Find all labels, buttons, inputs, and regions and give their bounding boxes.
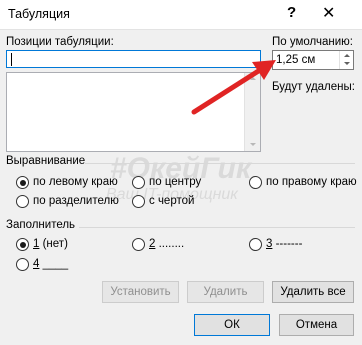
leader-dashes-option[interactable]: 3 ------- [249, 238, 349, 252]
leader-dashes-label: 3 ------- [266, 238, 303, 250]
align-right-label: по правому краю [266, 176, 357, 188]
alignment-divider [85, 163, 355, 164]
leader-none-radio[interactable] [16, 238, 29, 251]
clear-button[interactable]: Удалить [187, 281, 264, 303]
set-button[interactable]: Установить [102, 281, 179, 303]
align-center-radio[interactable] [132, 176, 145, 189]
ok-button[interactable]: ОК [194, 314, 270, 336]
align-decimal-label: по разделителю [33, 195, 119, 207]
align-decimal-option[interactable]: по разделителю [16, 195, 126, 209]
cancel-button[interactable]: Отмена [279, 314, 354, 336]
alignment-label: Выравнивание [6, 155, 86, 167]
align-center-label: по центру [149, 176, 202, 188]
align-bar-option[interactable]: с чертой [132, 195, 232, 209]
align-left-option[interactable]: по левому краю [16, 176, 118, 190]
align-right-option[interactable]: по правому краю [249, 176, 359, 190]
align-center-option[interactable]: по центру [132, 176, 232, 190]
clear-all-button[interactable]: Удалить все [272, 281, 354, 303]
align-bar-label: с чертой [149, 195, 195, 207]
align-bar-radio[interactable] [132, 195, 145, 208]
leader-dots-label: 2 ........ [149, 238, 185, 250]
leader-underline-radio[interactable] [16, 258, 29, 271]
align-decimal-radio[interactable] [16, 195, 29, 208]
leader-dots-radio[interactable] [132, 238, 145, 251]
leader-dashes-radio[interactable] [249, 238, 262, 251]
align-right-radio[interactable] [249, 176, 262, 189]
leader-underline-label: 4 ____ [33, 258, 69, 270]
arrow-shaft [191, 67, 263, 115]
leader-divider [79, 227, 355, 228]
leader-label: Заполнитель [6, 219, 76, 231]
leader-none-option[interactable]: 1 (нет) [16, 238, 116, 252]
leader-underline-option[interactable]: 4 ____ [16, 258, 116, 272]
align-left-label: по левому краю [33, 176, 118, 188]
align-left-radio[interactable] [16, 176, 29, 189]
leader-none-label: 1 (нет) [33, 238, 68, 250]
leader-dots-option[interactable]: 2 ........ [132, 238, 232, 252]
